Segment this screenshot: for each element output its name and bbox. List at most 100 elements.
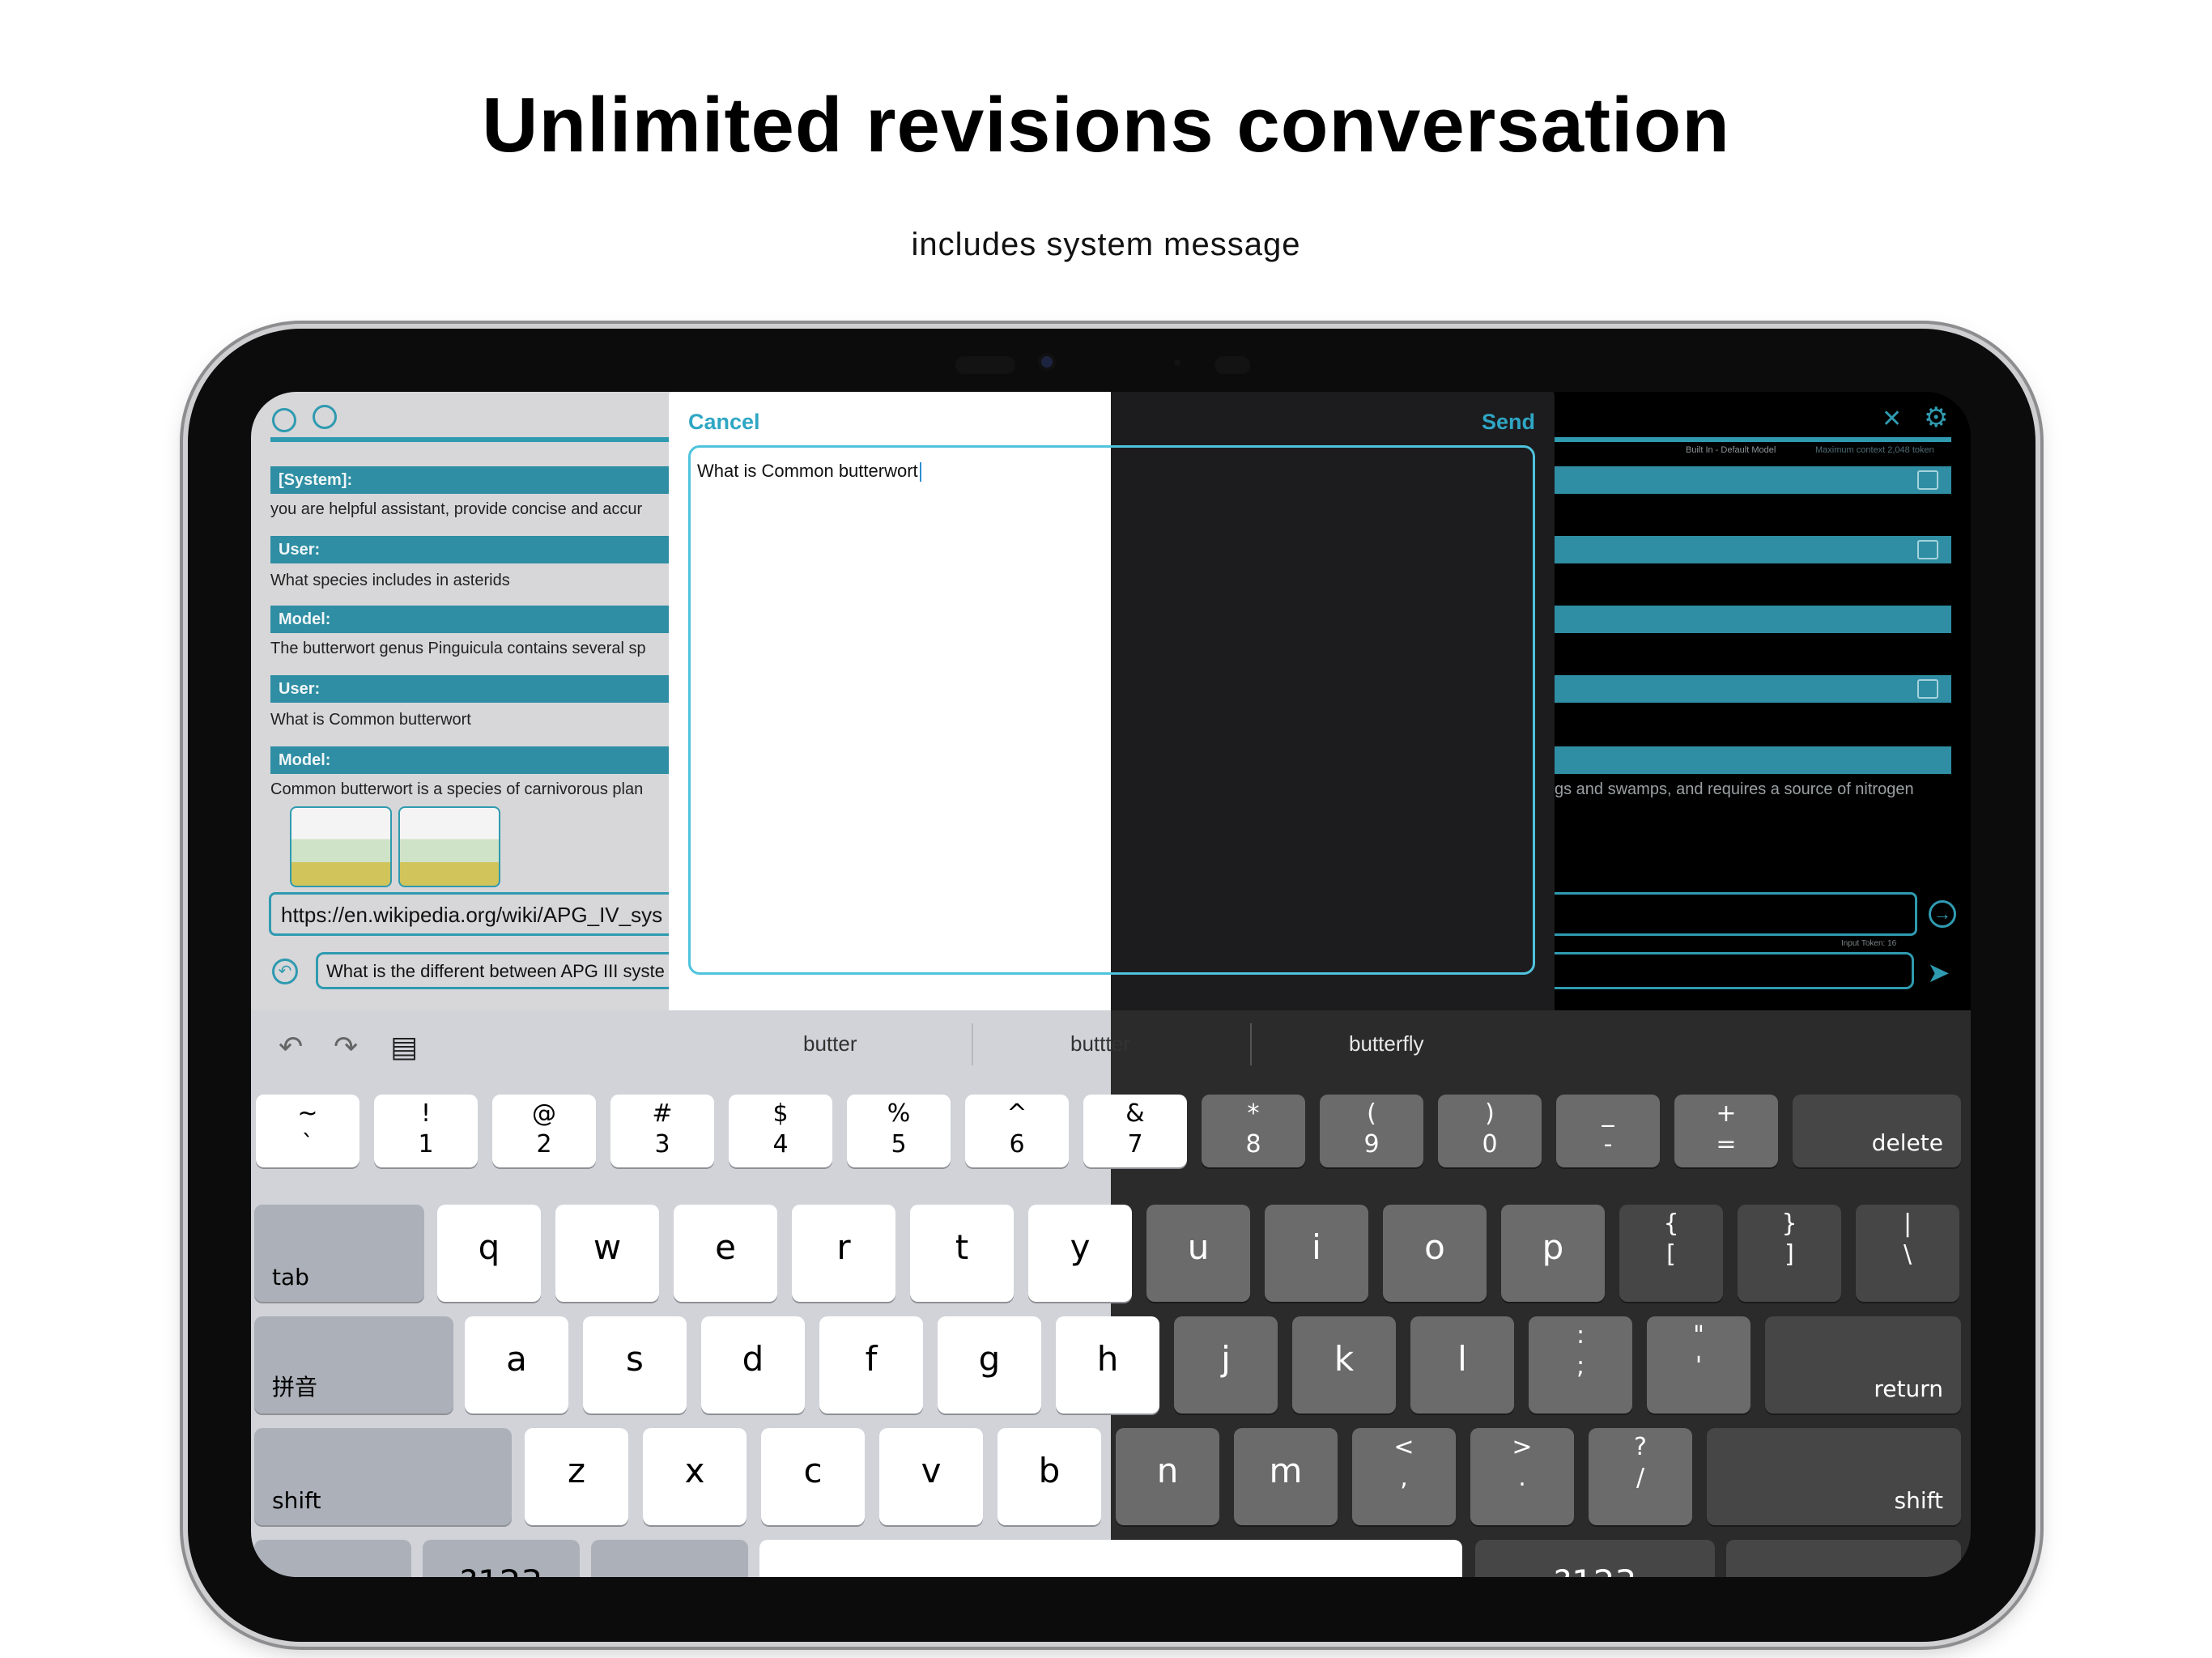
gear-icon[interactable]: ⚙ — [1924, 402, 1948, 434]
edit-user1-icon[interactable] — [1917, 540, 1938, 559]
key-t[interactable]: t — [910, 1205, 1014, 1302]
space-key[interactable] — [759, 1540, 1462, 1577]
key-num-5-bottom: 5 — [891, 1130, 907, 1158]
key-m-label: m — [1269, 1451, 1303, 1490]
key-q-label: q — [478, 1227, 500, 1267]
key-l[interactable]: l — [1410, 1316, 1514, 1414]
key-num-12-top: + — [1716, 1099, 1737, 1128]
edit-user2-icon[interactable] — [1917, 679, 1938, 699]
key-num-1[interactable]: ! 1 — [374, 1095, 478, 1167]
key-a[interactable]: a — [465, 1316, 568, 1414]
key-punct-1[interactable]: " ' — [1647, 1316, 1750, 1414]
key-q[interactable]: q — [437, 1205, 541, 1302]
shift-left-key[interactable]: shift — [254, 1428, 512, 1525]
key-s[interactable]: s — [583, 1316, 687, 1414]
subline: includes system message — [911, 227, 1301, 262]
key-d[interactable]: d — [701, 1316, 805, 1414]
key-g[interactable]: g — [938, 1316, 1041, 1414]
undo-icon[interactable]: ↶ — [279, 1030, 303, 1064]
key-v[interactable]: v — [879, 1428, 983, 1525]
key-num-7[interactable]: & 7 — [1083, 1095, 1187, 1167]
redo-icon[interactable]: ↷ — [334, 1030, 358, 1064]
key-j[interactable]: j — [1174, 1316, 1278, 1414]
key-num-4-bottom: 4 — [772, 1130, 789, 1158]
key-z[interactable]: z — [525, 1428, 628, 1525]
emoji-key[interactable] — [254, 1540, 411, 1577]
key-num-8[interactable]: * 8 — [1202, 1095, 1305, 1167]
key-c[interactable]: c — [761, 1428, 865, 1525]
key-punct-0[interactable]: :; — [1529, 1316, 1632, 1414]
key-i[interactable]: i — [1265, 1205, 1368, 1302]
key-sym-2[interactable]: ? / — [1589, 1428, 1692, 1525]
attachment-thumbnail-1[interactable] — [290, 806, 392, 887]
key-h[interactable]: h — [1056, 1316, 1159, 1414]
numbers-key-left-label: ?123 — [423, 1562, 580, 1577]
pinyin-key[interactable]: 拼音 — [254, 1316, 453, 1414]
cancel-button[interactable]: Cancel — [688, 410, 760, 435]
tab-key[interactable]: tab — [254, 1205, 424, 1302]
key-num-4[interactable]: $4 — [729, 1095, 832, 1167]
tab-key-label: tab — [272, 1264, 309, 1290]
key-p[interactable]: p — [1501, 1205, 1605, 1302]
key-bracket-1[interactable]: }] — [1738, 1205, 1841, 1302]
numbers-key-right[interactable]: ?123 — [1475, 1540, 1715, 1577]
key-n[interactable]: n — [1116, 1428, 1219, 1525]
key-num-2[interactable]: @2 — [492, 1095, 596, 1167]
key-f[interactable]: f — [819, 1316, 923, 1414]
key-num-6[interactable]: ^ 6 — [965, 1095, 1069, 1167]
key-d-label: d — [742, 1339, 764, 1379]
return-key[interactable]: return — [1765, 1316, 1961, 1414]
edit-system-icon[interactable] — [1917, 470, 1938, 490]
key-num-11[interactable]: _ - — [1556, 1095, 1660, 1167]
go-arrow-icon[interactable]: → — [1929, 900, 1956, 928]
mute-icon[interactable]: ✕ — [1882, 405, 1902, 433]
paste-icon[interactable]: ▤ — [390, 1030, 418, 1064]
key-bracket-0[interactable]: {[ — [1619, 1205, 1723, 1302]
key-sym-1[interactable]: >. — [1470, 1428, 1574, 1525]
numbers-key-left[interactable]: ?123 — [423, 1540, 580, 1577]
key-sym-0[interactable]: <, — [1352, 1428, 1456, 1525]
suggestion-3[interactable]: butterfly — [1349, 1031, 1424, 1056]
key-w[interactable]: w — [555, 1205, 659, 1302]
key-g-label: g — [978, 1339, 1001, 1379]
key-num-12[interactable]: + = — [1674, 1095, 1778, 1167]
mic-key[interactable] — [591, 1540, 748, 1577]
key-e[interactable]: e — [674, 1205, 777, 1302]
suggestion-2[interactable]: buttter — [1070, 1031, 1130, 1056]
key-u[interactable]: u — [1146, 1205, 1250, 1302]
key-b[interactable]: b — [998, 1428, 1101, 1525]
send-icon[interactable]: ➤ — [1927, 957, 1950, 989]
key-num-9[interactable]: (9 — [1320, 1095, 1423, 1167]
suggestion-1[interactable]: butter — [803, 1031, 857, 1056]
model1-label: Model: — [279, 610, 331, 628]
new-chat-icon[interactable] — [313, 405, 337, 429]
attachment-thumbnail-2[interactable] — [398, 806, 500, 887]
front-camera — [1041, 356, 1053, 368]
key-num-10[interactable]: ) 0 — [1438, 1095, 1542, 1167]
key-num-2-top: @ — [532, 1099, 556, 1128]
key-punct-0-top: : — [1576, 1321, 1585, 1350]
key-k[interactable]: k — [1292, 1316, 1396, 1414]
key-x[interactable]: x — [643, 1428, 747, 1525]
key-num-6-top: ^ — [1006, 1099, 1027, 1128]
key-m[interactable]: m — [1234, 1428, 1338, 1525]
key-o[interactable]: o — [1383, 1205, 1487, 1302]
message-editor[interactable]: What is Common butterwort — [688, 445, 1535, 975]
shift-right-key[interactable]: shift — [1707, 1428, 1961, 1525]
delete-key[interactable]: delete — [1793, 1095, 1961, 1167]
hide-keyboard-key[interactable] — [1726, 1540, 1961, 1577]
key-num-7-bottom: 7 — [1127, 1130, 1143, 1158]
key-y[interactable]: y — [1028, 1205, 1132, 1302]
send-button[interactable]: Send — [1482, 410, 1535, 435]
headline: Unlimited revisions conversation — [482, 82, 1730, 168]
text-caret — [919, 462, 921, 483]
key-r[interactable]: r — [792, 1205, 895, 1302]
key-num-0[interactable]: ~ ` — [256, 1095, 359, 1167]
key-num-5[interactable]: % 5 — [847, 1095, 951, 1167]
key-num-3[interactable]: #3 — [610, 1095, 714, 1167]
model2-message: Common butterwort is a species of carniv… — [270, 780, 644, 798]
reply-icon[interactable]: ↶ — [272, 959, 298, 984]
key-bracket-2[interactable]: | \ — [1856, 1205, 1959, 1302]
key-num-4-top: $ — [772, 1099, 789, 1128]
menu-icon[interactable] — [272, 408, 296, 432]
